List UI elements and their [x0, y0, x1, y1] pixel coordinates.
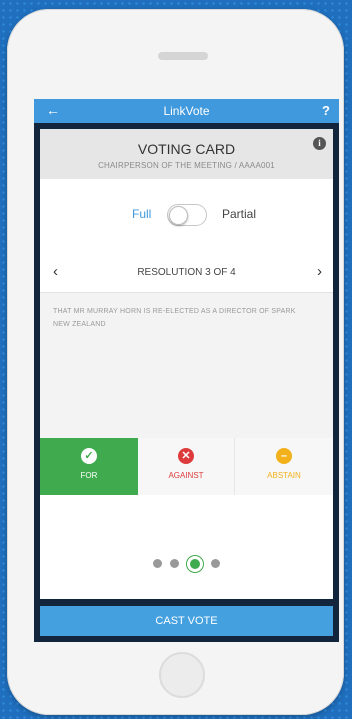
vote-options: ✓ FOR ✕ AGAINST – ABSTAIN	[40, 438, 333, 495]
page-dot-4[interactable]	[211, 559, 220, 569]
resolution-counter: RESOLUTION 3 OF 4	[137, 267, 236, 278]
phone-frame: ← LinkVote ? VOTING CARD CHAIRPERSON OF …	[7, 9, 344, 715]
top-bar: ← LinkVote ?	[34, 99, 339, 123]
phone-speaker	[158, 52, 208, 60]
vote-against-label: AGAINST	[168, 471, 204, 480]
vote-abstain-button[interactable]: – ABSTAIN	[235, 438, 333, 495]
vote-against-button[interactable]: ✕ AGAINST	[138, 438, 235, 495]
page-dot-3-active[interactable]	[187, 555, 203, 572]
x-icon: ✕	[178, 448, 194, 464]
check-icon: ✓	[81, 448, 97, 464]
page-dot-2[interactable]	[170, 559, 179, 569]
info-icon[interactable]: i	[313, 137, 326, 150]
vote-mode-switch[interactable]	[167, 204, 207, 226]
card-title: VOTING CARD	[137, 141, 236, 157]
card-header: VOTING CARD CHAIRPERSON OF THE MEETING /…	[40, 129, 333, 179]
resolution-nav: ‹ RESOLUTION 3 OF 4 ›	[40, 261, 333, 286]
voting-card: VOTING CARD CHAIRPERSON OF THE MEETING /…	[40, 129, 333, 599]
home-button[interactable]	[159, 652, 205, 698]
card-subtitle: CHAIRPERSON OF THE MEETING / AAAA001	[98, 161, 275, 170]
help-icon[interactable]: ?	[322, 103, 330, 118]
toggle-partial-label[interactable]: Partial	[222, 207, 256, 221]
app-title: LinkVote	[163, 104, 210, 118]
minus-icon: –	[276, 448, 292, 464]
vote-mode-toggle-row: Full Partial	[40, 199, 333, 229]
toggle-full-label[interactable]: Full	[132, 207, 151, 221]
resolution-body: THAT MR MURRAY HORN IS RE-ELECTED AS A D…	[40, 293, 333, 438]
page-dot-1[interactable]	[153, 559, 162, 569]
cast-vote-button[interactable]: CAST VOTE	[40, 606, 333, 636]
vote-abstain-label: ABSTAIN	[267, 471, 301, 480]
vote-for-label: FOR	[80, 471, 98, 480]
chevron-right-icon[interactable]: ›	[317, 263, 322, 280]
resolution-text: THAT MR MURRAY HORN IS RE-ELECTED AS A D…	[53, 308, 296, 328]
switch-knob	[169, 206, 188, 225]
pagination-dots	[40, 555, 333, 572]
vote-for-button[interactable]: ✓ FOR	[40, 438, 138, 495]
app-screen: ← LinkVote ? VOTING CARD CHAIRPERSON OF …	[34, 99, 339, 642]
